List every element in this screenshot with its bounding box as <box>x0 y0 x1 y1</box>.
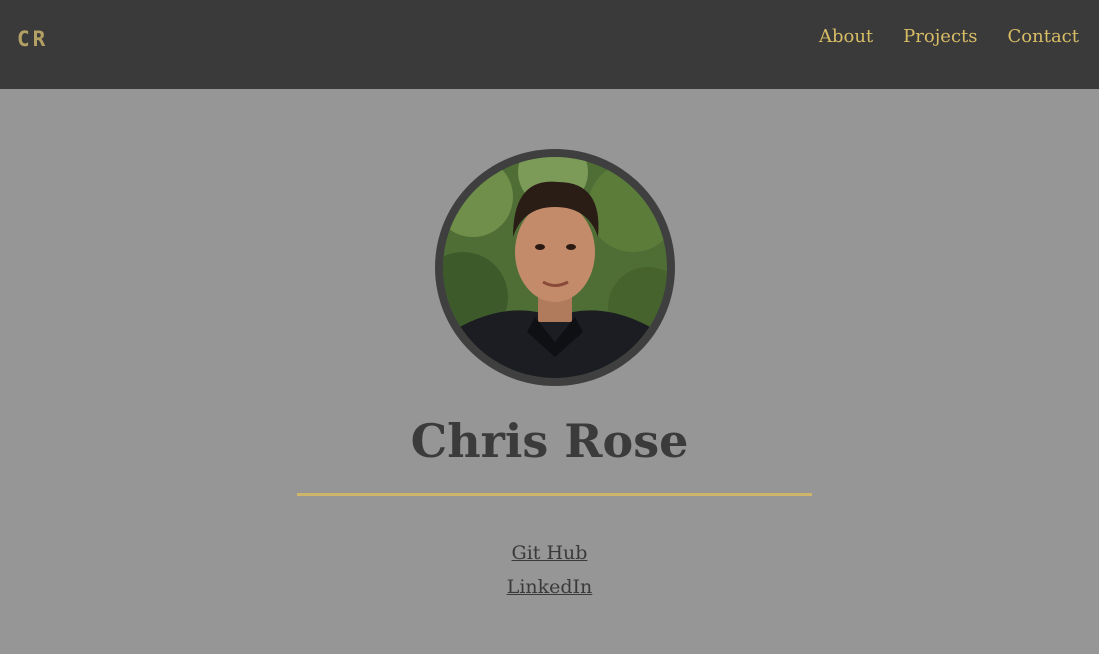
github-link[interactable]: Git Hub <box>0 536 1099 570</box>
nav-link-about[interactable]: About <box>819 26 873 47</box>
profile-avatar <box>435 149 675 386</box>
nav-menu: About Projects Contact <box>819 26 1079 47</box>
logo[interactable]: CR <box>17 27 48 51</box>
profile-name: Chris Rose <box>410 414 689 468</box>
nav-link-projects[interactable]: Projects <box>903 26 977 47</box>
name-divider <box>297 493 812 496</box>
profile-photo <box>443 157 667 378</box>
top-navbar: CR About Projects Contact <box>0 0 1099 89</box>
social-links: Git Hub LinkedIn <box>0 536 1099 604</box>
nav-link-contact[interactable]: Contact <box>1008 26 1079 47</box>
linkedin-link[interactable]: LinkedIn <box>0 570 1099 604</box>
